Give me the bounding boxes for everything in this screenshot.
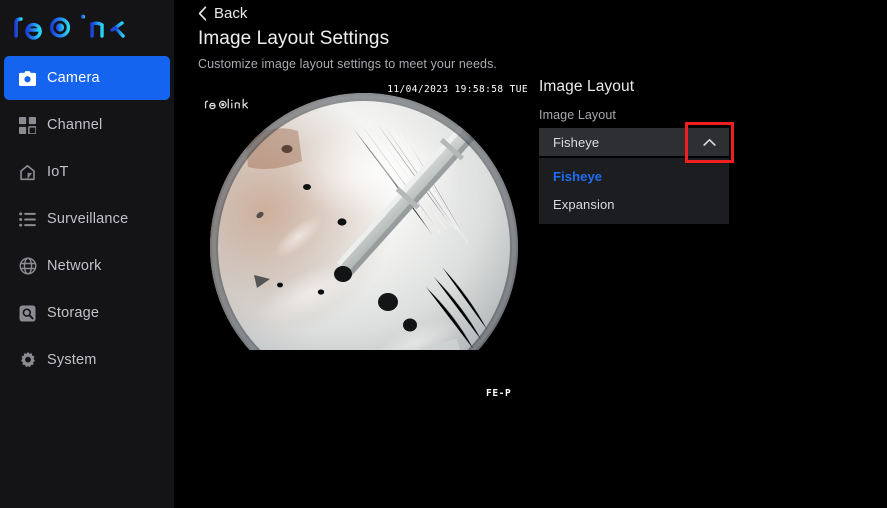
sidebar-item-camera[interactable]: Camera xyxy=(4,56,170,100)
reolink-logo-icon xyxy=(14,12,125,40)
sidebar-item-storage[interactable]: Storage xyxy=(4,291,170,335)
globe-icon xyxy=(18,257,37,276)
sidebar-item-network[interactable]: Network xyxy=(4,244,170,288)
sidebar-item-label: IoT xyxy=(47,164,69,180)
select-value: Fisheye xyxy=(553,134,600,150)
back-label: Back xyxy=(214,5,248,22)
sidebar-item-iot[interactable]: IoT xyxy=(4,150,170,194)
page-subtitle: Customize image layout settings to meet … xyxy=(198,57,497,71)
chevron-left-icon xyxy=(198,6,207,21)
video-corner-tag: FE-P xyxy=(486,388,512,399)
sidebar-item-surveillance[interactable]: Surveillance xyxy=(4,197,170,241)
gear-icon xyxy=(18,351,37,370)
fisheye-image xyxy=(202,87,527,350)
home-icon xyxy=(18,163,37,182)
dropdown-option-expansion[interactable]: Expansion xyxy=(539,190,729,218)
chevron-up-icon[interactable] xyxy=(689,128,729,156)
brand-logo xyxy=(0,0,174,52)
grid-icon xyxy=(18,116,37,135)
option-label: Expansion xyxy=(553,196,615,212)
image-layout-panel: Image Layout Image Layout Fisheye Fishey… xyxy=(539,78,734,224)
image-layout-select[interactable]: Fisheye xyxy=(539,128,729,156)
dropdown-option-fisheye[interactable]: Fisheye xyxy=(539,162,729,190)
back-button[interactable]: Back xyxy=(174,0,247,22)
sidebar: Camera Channel IoT Surveillance Network … xyxy=(0,0,174,508)
sidebar-item-system[interactable]: System xyxy=(4,338,170,382)
video-watermark xyxy=(204,97,251,115)
sidebar-item-label: Network xyxy=(47,258,102,274)
sidebar-item-label: Storage xyxy=(47,305,100,321)
sidebar-item-label: System xyxy=(47,352,97,368)
option-label: Fisheye xyxy=(553,168,603,184)
sidebar-item-label: Channel xyxy=(47,117,103,133)
image-layout-dropdown: Fisheye Expansion xyxy=(539,158,729,224)
app-root: Camera Channel IoT Surveillance Network … xyxy=(0,0,887,508)
page-title: Image Layout Settings xyxy=(198,28,390,49)
image-layout-field-label: Image Layout xyxy=(539,108,616,122)
list-icon xyxy=(18,210,37,229)
video-timestamp: 11/04/2023 19:58:58 TUE xyxy=(387,84,528,95)
sidebar-item-label: Surveillance xyxy=(47,211,129,227)
camera-icon xyxy=(18,69,37,88)
sidebar-item-label: Camera xyxy=(47,70,100,86)
sidebar-item-channel[interactable]: Channel xyxy=(4,103,170,147)
camera-preview[interactable]: 11/04/2023 19:58:58 TUE xyxy=(185,80,535,350)
sidebar-nav: Camera Channel IoT Surveillance Network … xyxy=(0,56,174,382)
panel-section-title: Image Layout xyxy=(539,78,635,95)
hard-drive-icon xyxy=(18,304,37,323)
main-content: Back Image Layout Settings Customize ima… xyxy=(174,0,887,508)
reolink-watermark-icon xyxy=(204,98,249,110)
image-layout-select-wrap: Fisheye xyxy=(539,122,734,163)
